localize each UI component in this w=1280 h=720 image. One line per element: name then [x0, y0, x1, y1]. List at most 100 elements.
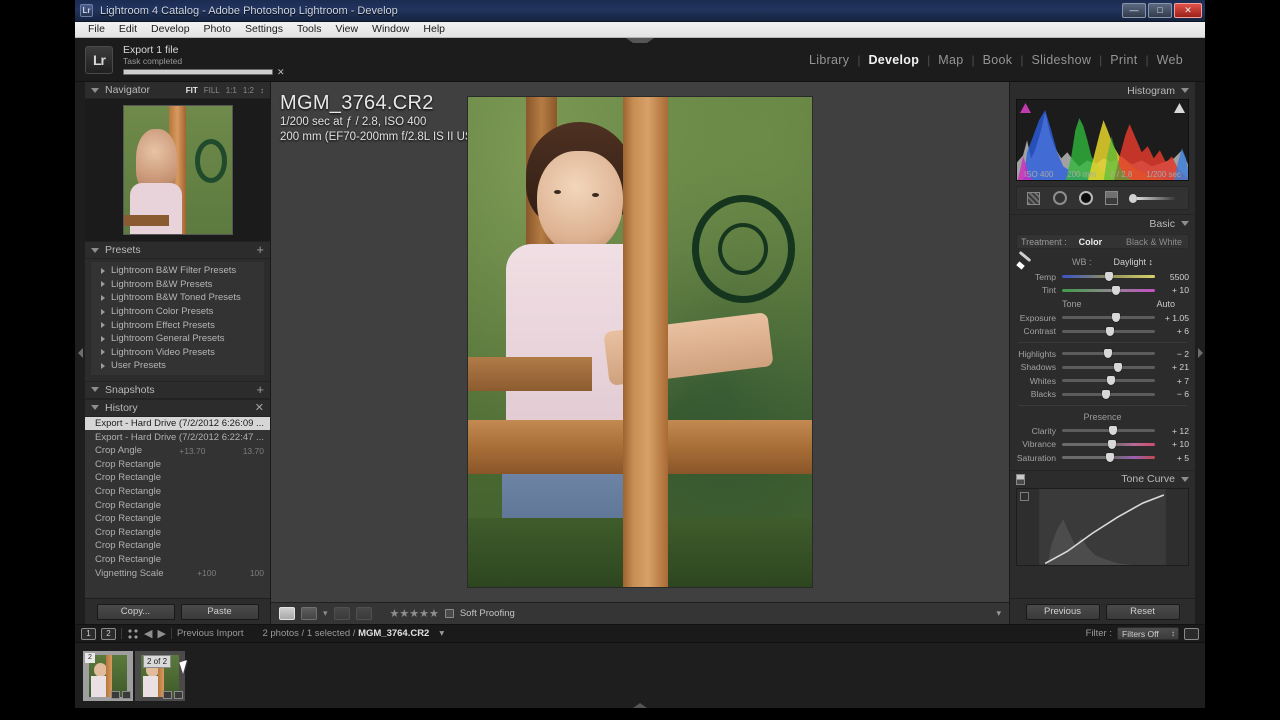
- filmstrip-collapse-handle[interactable]: [633, 703, 647, 708]
- slider-knob[interactable]: [1108, 439, 1117, 449]
- slider-saturation[interactable]: Saturation + 5: [1010, 451, 1195, 465]
- table-row[interactable]: Crop Rectangle: [85, 498, 270, 512]
- maximize-button[interactable]: □: [1148, 3, 1172, 18]
- table-row[interactable]: Crop Rectangle: [85, 553, 270, 567]
- menu-item-view[interactable]: View: [328, 22, 365, 37]
- adjustment-brush-icon[interactable]: [1129, 190, 1175, 206]
- table-row[interactable]: Crop Rectangle: [85, 485, 270, 499]
- snapshots-header[interactable]: Snapshots +: [85, 381, 270, 399]
- close-button[interactable]: ✕: [1174, 3, 1202, 18]
- paste-button[interactable]: Paste: [180, 603, 259, 620]
- table-row[interactable]: Crop Rectangle: [85, 526, 270, 540]
- slider-clarity[interactable]: Clarity + 12: [1010, 424, 1195, 438]
- disclosure-triangle-icon[interactable]: [91, 247, 99, 253]
- list-item[interactable]: Lightroom General Presets: [91, 332, 264, 346]
- slider-knob[interactable]: [1104, 272, 1113, 282]
- presets-header[interactable]: Presets +: [85, 242, 270, 259]
- expand-arrow-icon[interactable]: [101, 294, 105, 301]
- slider-highlights[interactable]: Highlights − 2: [1010, 347, 1195, 361]
- table-row[interactable]: Crop Rectangle: [85, 539, 270, 553]
- slider-track[interactable]: [1062, 285, 1155, 295]
- minimize-button[interactable]: —: [1122, 3, 1146, 18]
- table-row[interactable]: Export - Hard Drive (7/2/2012 6:26:09 ..…: [85, 416, 270, 431]
- chevron-down-icon[interactable]: [1181, 221, 1189, 226]
- table-row[interactable]: Crop Rectangle: [85, 458, 270, 472]
- disclosure-triangle-icon[interactable]: [91, 405, 99, 411]
- slider-knob[interactable]: [1101, 389, 1110, 399]
- slider-track[interactable]: [1062, 349, 1155, 359]
- filmstrip-source[interactable]: Previous Import: [177, 628, 244, 639]
- slider-knob[interactable]: [1106, 326, 1115, 336]
- identity-plate[interactable]: Lr Export 1 file Task completed ✕: [85, 44, 285, 77]
- filter-dropdown[interactable]: Filters Off: [1117, 627, 1179, 640]
- slider-track[interactable]: [1062, 426, 1155, 436]
- module-slideshow[interactable]: Slideshow: [1023, 53, 1099, 67]
- menu-item-photo[interactable]: Photo: [197, 22, 238, 37]
- tone-curve-graph[interactable]: [1016, 487, 1189, 566]
- zoom-mode-1-1[interactable]: 1:1: [226, 86, 237, 95]
- histogram-header[interactable]: Histogram: [1010, 82, 1195, 99]
- zoom-mode-fit[interactable]: FIT: [186, 86, 198, 95]
- left-panel-collapse-handle[interactable]: [75, 82, 85, 624]
- list-item[interactable]: Lightroom Effect Presets: [91, 318, 264, 332]
- list-item[interactable]: 2 of 2: [135, 650, 191, 701]
- module-develop[interactable]: Develop: [860, 53, 927, 67]
- add-snapshot-icon[interactable]: +: [256, 383, 264, 396]
- slider-shadows[interactable]: Shadows + 21: [1010, 361, 1195, 375]
- white-balance-selector-icon[interactable]: [1016, 253, 1036, 271]
- slider-vibrance[interactable]: Vibrance + 10: [1010, 438, 1195, 452]
- loupe-view-icon[interactable]: [279, 607, 295, 620]
- slider-knob[interactable]: [1106, 453, 1115, 463]
- module-library[interactable]: Library: [801, 53, 857, 67]
- zoom-mode-1-2[interactable]: 1:2: [243, 86, 254, 95]
- red-eye-correction-icon[interactable]: [1077, 190, 1094, 206]
- list-item[interactable]: Lightroom Color Presets: [91, 305, 264, 319]
- slider-knob[interactable]: [1111, 313, 1120, 323]
- go-back-button[interactable]: 1: [81, 627, 96, 640]
- table-row[interactable]: Crop Rectangle: [85, 512, 270, 526]
- slider-track[interactable]: [1062, 272, 1155, 282]
- soft-proofing-checkbox[interactable]: [444, 609, 454, 618]
- treatment-color-button[interactable]: Color: [1079, 237, 1103, 247]
- slider-knob[interactable]: [1109, 426, 1118, 436]
- flag-reject-icon[interactable]: [355, 607, 372, 620]
- star-rating[interactable]: ★★★★★: [390, 607, 439, 620]
- slider-knob[interactable]: [1103, 349, 1112, 359]
- right-panel-collapse-handle[interactable]: [1195, 82, 1205, 624]
- previous-button[interactable]: Previous: [1025, 603, 1100, 620]
- slider-tint[interactable]: Tint + 10: [1010, 284, 1195, 298]
- table-row[interactable]: Vignetting Scale +100 100: [85, 566, 270, 580]
- zoom-caret-icon[interactable]: ↕: [260, 86, 264, 95]
- graduated-filter-icon[interactable]: [1103, 190, 1120, 206]
- before-after-icon[interactable]: [301, 607, 317, 620]
- targeted-adjustment-icon[interactable]: [1020, 491, 1029, 501]
- menu-item-tools[interactable]: Tools: [290, 22, 329, 37]
- table-row[interactable]: Export - Hard Drive (7/2/2012 6:22:47 ..…: [85, 430, 270, 444]
- copy-button[interactable]: Copy...: [96, 603, 175, 620]
- filter-toggle-icon[interactable]: [1184, 627, 1199, 640]
- expand-arrow-icon[interactable]: [101, 362, 105, 369]
- treatment-bw-button[interactable]: Black & White: [1126, 237, 1182, 247]
- slider-knob[interactable]: [1111, 285, 1120, 295]
- slider-track[interactable]: [1062, 326, 1155, 336]
- tone-curve-header[interactable]: Tone Curve: [1010, 469, 1195, 488]
- previous-photo-icon[interactable]: ◀: [144, 627, 152, 640]
- menu-item-settings[interactable]: Settings: [238, 22, 290, 37]
- chevron-down-icon[interactable]: [1181, 476, 1189, 482]
- slider-blacks[interactable]: Blacks − 6: [1010, 388, 1195, 402]
- expand-arrow-icon[interactable]: [101, 335, 105, 342]
- list-item[interactable]: 2: [83, 650, 133, 701]
- main-photo[interactable]: [468, 97, 812, 587]
- expand-arrow-icon[interactable]: [101, 308, 105, 315]
- next-photo-icon[interactable]: ▶: [157, 627, 165, 640]
- flag-pick-icon[interactable]: [333, 607, 350, 620]
- chevron-down-icon[interactable]: [1181, 88, 1189, 93]
- slider-exposure[interactable]: Exposure + 1.05: [1010, 311, 1195, 325]
- add-preset-icon[interactable]: +: [256, 243, 264, 256]
- grid-view-icon[interactable]: [127, 627, 139, 640]
- basic-panel-header[interactable]: Basic: [1010, 214, 1195, 232]
- disclosure-triangle-icon[interactable]: [91, 87, 99, 93]
- menu-item-edit[interactable]: Edit: [112, 22, 144, 37]
- reset-button[interactable]: Reset: [1105, 603, 1180, 620]
- slider-track[interactable]: [1062, 453, 1155, 463]
